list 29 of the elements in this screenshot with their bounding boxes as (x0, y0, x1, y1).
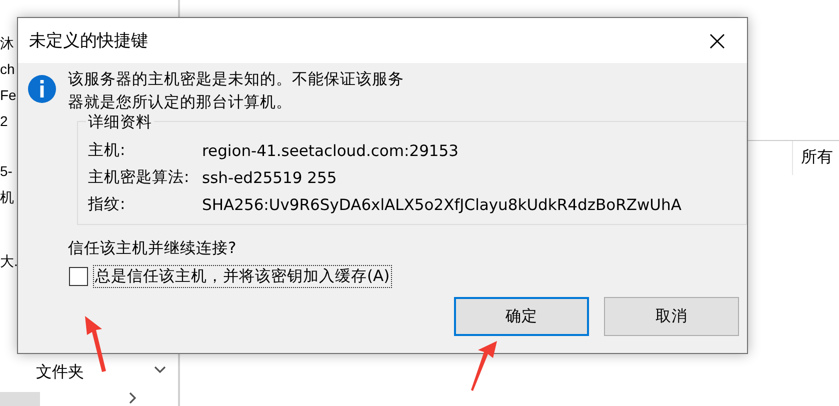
chevron-down-icon[interactable] (154, 366, 166, 374)
detail-value: ssh-ed25519 255 (202, 168, 337, 186)
scrollbar-thumb[interactable] (0, 392, 40, 406)
folder-item-text: 文件夹 (36, 362, 84, 383)
info-icon (27, 74, 57, 104)
window-title: 未定义的快捷键 (28, 30, 148, 52)
folder-item-text: 大. (0, 252, 18, 271)
column-header[interactable]: 所有 (793, 141, 833, 175)
ok-button[interactable]: 确定 (454, 297, 589, 336)
checkbox[interactable] (69, 267, 88, 286)
message-text: 该服务器的主机密匙是未知的。不能保证该服务器就是您所认定的那台计算机。 (68, 69, 405, 113)
arrow-annotation (82, 315, 108, 373)
detail-label: 指纹: (88, 194, 126, 215)
folder-item-text: 5- (0, 162, 12, 181)
detail-value: SHA256:Uv9R6SyDA6xlALX5o2XfJClayu8kUdkR4dzBoRZwUhA (202, 196, 682, 214)
detail-label: 主机密匙算法: (88, 167, 190, 188)
chevron-right-icon[interactable] (129, 392, 137, 404)
detail-value: region-41.seetacloud.com:29153 (202, 142, 459, 160)
folder-item-text: ch (0, 60, 15, 79)
close-button[interactable]: × (696, 26, 739, 56)
detail-label: 主机: (88, 140, 126, 161)
cancel-button[interactable]: 取消 (604, 297, 739, 336)
arrow-annotation (470, 340, 500, 392)
folder-item-text: 沐 (0, 34, 14, 53)
folder-item-text: 机 (0, 188, 14, 207)
folder-item-text: 2 (0, 112, 8, 131)
question-text: 信任该主机并继续连接? (68, 238, 238, 259)
folder-item-text: Fe (0, 86, 16, 105)
checkbox-label[interactable]: 总是信任该主机，并将该密钥加入缓存(A) (93, 265, 392, 288)
